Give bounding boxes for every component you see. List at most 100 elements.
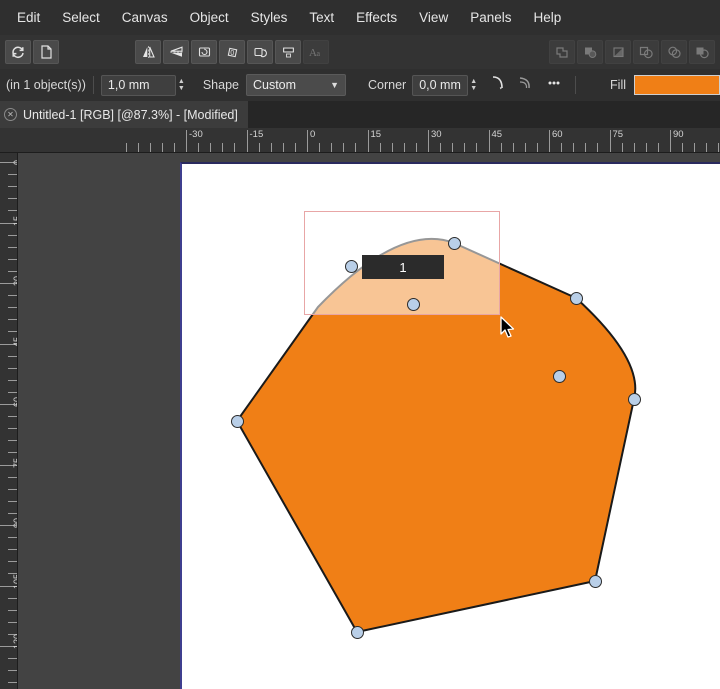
menu-canvas[interactable]: Canvas — [111, 5, 179, 30]
flip-horizontal-button[interactable] — [135, 40, 161, 64]
menu-text[interactable]: Text — [298, 5, 345, 30]
menu-help[interactable]: Help — [522, 5, 572, 30]
ruler-tick-minor — [8, 307, 17, 309]
menu-panels[interactable]: Panels — [459, 5, 522, 30]
ruler-tick-minor — [8, 174, 17, 176]
rotate-left-button[interactable] — [191, 40, 217, 64]
ruler-tick-minor — [331, 143, 333, 152]
close-icon[interactable]: ✕ — [4, 108, 17, 121]
ruler-tick-minor — [452, 143, 454, 152]
document-tab[interactable]: ✕ Untitled-1 [RGB] [@87.3%] - [Modified] — [0, 101, 249, 128]
ruler-tick-minor — [161, 143, 163, 152]
node-handle-7[interactable] — [230, 414, 244, 428]
merge-button[interactable] — [689, 40, 715, 64]
ruler-tick-major — [549, 130, 550, 152]
ruler-label: 0 — [310, 129, 316, 140]
transform-panel-button[interactable] — [275, 40, 301, 64]
menu-object[interactable]: Object — [179, 5, 240, 30]
ruler-tick-minor — [149, 143, 151, 152]
refresh-button[interactable] — [5, 40, 31, 64]
node-handle-4[interactable] — [406, 297, 420, 311]
node-index-tooltip: 1 — [362, 255, 444, 279]
node-handle-6[interactable] — [627, 392, 641, 406]
rotate-right-icon: 0 — [225, 45, 240, 59]
fill-color-swatch[interactable] — [634, 75, 720, 95]
ruler-tick-minor — [8, 355, 17, 357]
intersect-button[interactable] — [605, 40, 631, 64]
more-options-icon — [545, 74, 563, 97]
menu-edit[interactable]: Edit — [6, 5, 51, 30]
stepper-down-icon[interactable]: ▼ — [470, 85, 477, 92]
stepper-up-icon[interactable]: ▲ — [470, 78, 477, 85]
ruler-tick-minor — [8, 500, 17, 502]
ruler-tick-minor — [8, 440, 17, 442]
more-options-button[interactable] — [541, 73, 567, 97]
ruler-tick-major — [428, 130, 429, 152]
menu-styles[interactable]: Styles — [240, 5, 299, 30]
flip-vertical-button[interactable] — [163, 40, 189, 64]
ruler-tick-minor — [561, 143, 563, 152]
toolbar-group-left — [4, 40, 60, 64]
ruler-tick-minor — [8, 549, 17, 551]
ruler-tick-minor — [8, 367, 17, 369]
node-handle-9[interactable] — [350, 625, 364, 639]
corner-radius-input[interactable]: 0,0 mm — [412, 74, 469, 96]
corner-radius-stepper[interactable]: ▲ ▼ — [470, 75, 477, 96]
convert-to-text-icon: Aa — [308, 45, 324, 59]
ruler-tick-minor — [645, 143, 647, 152]
smooth-corner-icon — [489, 74, 507, 97]
ruler-tick-minor — [8, 295, 17, 297]
stroke-width-input[interactable]: 1,0 mm — [100, 74, 176, 96]
node-handle-2[interactable] — [447, 236, 461, 250]
ruler-tick-minor — [597, 143, 599, 152]
vertical-ruler[interactable]: 0153045607590105120135150 — [0, 153, 18, 689]
rotate-left-icon — [197, 45, 212, 59]
document-tab-title: Untitled-1 [RGB] [@87.3%] - [Modified] — [23, 107, 238, 122]
ruler-tick-minor — [585, 143, 587, 152]
node-handle-1[interactable] — [344, 259, 358, 273]
ruler-tick-minor — [270, 143, 272, 152]
combine-button[interactable] — [661, 40, 687, 64]
ruler-tick-minor — [8, 476, 17, 478]
ruler-tick-minor — [125, 143, 127, 152]
convert-to-text-button[interactable]: Aa — [303, 40, 329, 64]
ruler-tick-minor — [8, 234, 17, 236]
ruler-tick-minor — [8, 597, 17, 599]
union-button[interactable] — [549, 40, 575, 64]
stepper-down-icon[interactable]: ▼ — [178, 85, 185, 92]
ruler-tick-minor — [391, 143, 393, 152]
ruler-tick-minor — [8, 512, 17, 514]
menu-select[interactable]: Select — [51, 5, 111, 30]
options-bar: (in 1 object(s)) 1,0 mm ▲ ▼ Shape Custom… — [0, 69, 720, 101]
subtract-button[interactable] — [577, 40, 603, 64]
ruler-tick-minor — [8, 258, 17, 260]
ruler-tick-minor — [718, 143, 720, 152]
ruler-tick-minor — [512, 143, 514, 152]
svg-text:a: a — [317, 49, 321, 58]
ruler-tick-minor — [258, 143, 260, 152]
ruler-tick-minor — [8, 270, 17, 272]
menu-view[interactable]: View — [408, 5, 459, 30]
ruler-tick-minor — [8, 416, 17, 418]
shape-select[interactable]: Custom ▼ — [245, 74, 346, 96]
divide-button[interactable] — [633, 40, 659, 64]
toolbar: 0 Aa — [0, 35, 720, 69]
stepper-up-icon[interactable]: ▲ — [178, 78, 185, 85]
ruler-tick-minor — [319, 143, 321, 152]
stroke-width-stepper[interactable]: ▲ ▼ — [178, 75, 185, 96]
concave-corner-button[interactable] — [513, 73, 539, 97]
menu-effects[interactable]: Effects — [345, 5, 408, 30]
rotate-object-button[interactable] — [247, 40, 273, 64]
smooth-corner-button[interactable] — [485, 73, 511, 97]
new-page-button[interactable] — [33, 40, 59, 64]
node-handle-5[interactable] — [552, 369, 566, 383]
horizontal-ruler[interactable]: -30-150153045607590105120 — [0, 128, 720, 153]
ruler-tick-major — [307, 130, 308, 152]
fill-label: Fill — [610, 78, 626, 92]
node-handle-8[interactable] — [588, 574, 602, 588]
canvas-area[interactable]: 1 — [18, 153, 720, 689]
corner-label: Corner — [367, 78, 407, 92]
rotate-right-button[interactable]: 0 — [219, 40, 245, 64]
divide-icon — [639, 45, 654, 59]
node-handle-3[interactable] — [569, 291, 583, 305]
